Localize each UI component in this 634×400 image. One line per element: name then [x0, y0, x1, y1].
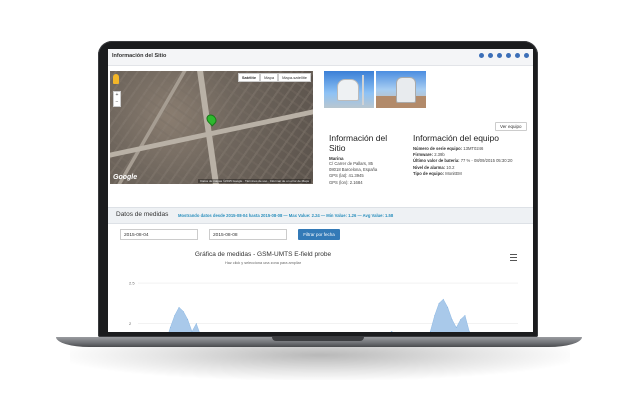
- data-point[interactable]: [195, 323, 197, 324]
- zoom-control[interactable]: + −: [113, 91, 121, 107]
- data-point[interactable]: [191, 331, 193, 332]
- lock-icon[interactable]: [515, 53, 520, 58]
- top-bar-icons: [479, 53, 529, 58]
- site-photo-2[interactable]: [376, 71, 426, 108]
- data-point[interactable]: [169, 327, 171, 328]
- globe-icon[interactable]: [506, 53, 511, 58]
- measures-chart[interactable]: Gráfica de medidas - GSM-UMTS E-field pr…: [113, 245, 528, 332]
- equipment-row: Tipo de equipo: MonitEM: [413, 170, 462, 176]
- site-photo-1[interactable]: [324, 71, 374, 108]
- data-point[interactable]: [464, 315, 466, 316]
- top-bar: Información del Sitio: [108, 49, 533, 66]
- data-point[interactable]: [442, 298, 444, 300]
- data-point[interactable]: [429, 331, 431, 332]
- map-tab-satellite[interactable]: Satélite: [237, 73, 261, 82]
- y-tick-label: 2.5: [129, 281, 135, 286]
- site-info-heading: Información del Sitio: [329, 133, 388, 153]
- measures-header: Datos de medidas Mostrando datos desde 2…: [108, 207, 533, 224]
- laptop-screen: Información del Sitio + − Satélite Mapa M…: [108, 49, 533, 332]
- data-point[interactable]: [455, 327, 457, 328]
- site-info: Información del Sitio Marina C/ Carrer d…: [329, 133, 404, 186]
- equipment-info: Información del equipo Número de serie e…: [413, 133, 531, 177]
- data-point[interactable]: [174, 315, 176, 316]
- user-icon[interactable]: [524, 53, 529, 58]
- data-point[interactable]: [468, 331, 470, 332]
- site-gps-lon: GPS (lon): 2.1684: [329, 179, 363, 185]
- google-logo: Google: [113, 174, 138, 181]
- map-type-tabs: Satélite Mapa Mapa-satellite: [237, 73, 311, 82]
- plus-icon[interactable]: [479, 53, 484, 58]
- antenna-mast: [362, 75, 364, 105]
- data-point[interactable]: [460, 319, 462, 320]
- laptop-notch: [272, 337, 364, 341]
- probe-dome: [337, 79, 359, 101]
- date-from-input[interactable]: 2015-08-04: [120, 229, 198, 240]
- settings-icon[interactable]: [497, 53, 502, 58]
- data-point[interactable]: [451, 319, 453, 320]
- page-title: Información del Sitio: [112, 53, 167, 59]
- measures-title: Datos de medidas: [116, 211, 169, 218]
- date-to-input[interactable]: 2015-08-08: [209, 229, 287, 240]
- data-point[interactable]: [182, 310, 184, 312]
- pegman-icon[interactable]: [113, 74, 119, 84]
- bell-icon[interactable]: [488, 53, 493, 58]
- equipment-info-heading: Información del equipo: [413, 133, 500, 143]
- map-attribution[interactable]: Datos de mapas ©2015 Google · Términos d…: [198, 179, 311, 183]
- measures-summary: Mostrando datos desde 2015-08-04 hasta 2…: [178, 213, 394, 218]
- series-area[interactable]: [153, 298, 478, 332]
- data-point[interactable]: [447, 306, 449, 308]
- data-point[interactable]: [438, 302, 440, 304]
- map-tab-hybrid[interactable]: Mapa-satellite: [278, 73, 311, 82]
- probe-dome: [396, 77, 416, 103]
- map-road: [197, 71, 219, 184]
- satellite-map[interactable]: + − Satélite Mapa Mapa-satellite Google D…: [110, 71, 313, 184]
- chart-plot[interactable]: 1.522.5V/m: [113, 245, 528, 332]
- data-point[interactable]: [390, 331, 392, 332]
- ver-equipo-button[interactable]: Ver equipo: [495, 122, 527, 131]
- data-point[interactable]: [187, 319, 189, 320]
- data-point[interactable]: [178, 306, 180, 308]
- y-tick-label: 2: [129, 321, 132, 326]
- filter-by-date-button[interactable]: Filtrar por fecha: [298, 229, 340, 240]
- data-point[interactable]: [434, 315, 436, 316]
- map-road: [117, 71, 187, 184]
- map-tab-map[interactable]: Mapa: [260, 73, 279, 82]
